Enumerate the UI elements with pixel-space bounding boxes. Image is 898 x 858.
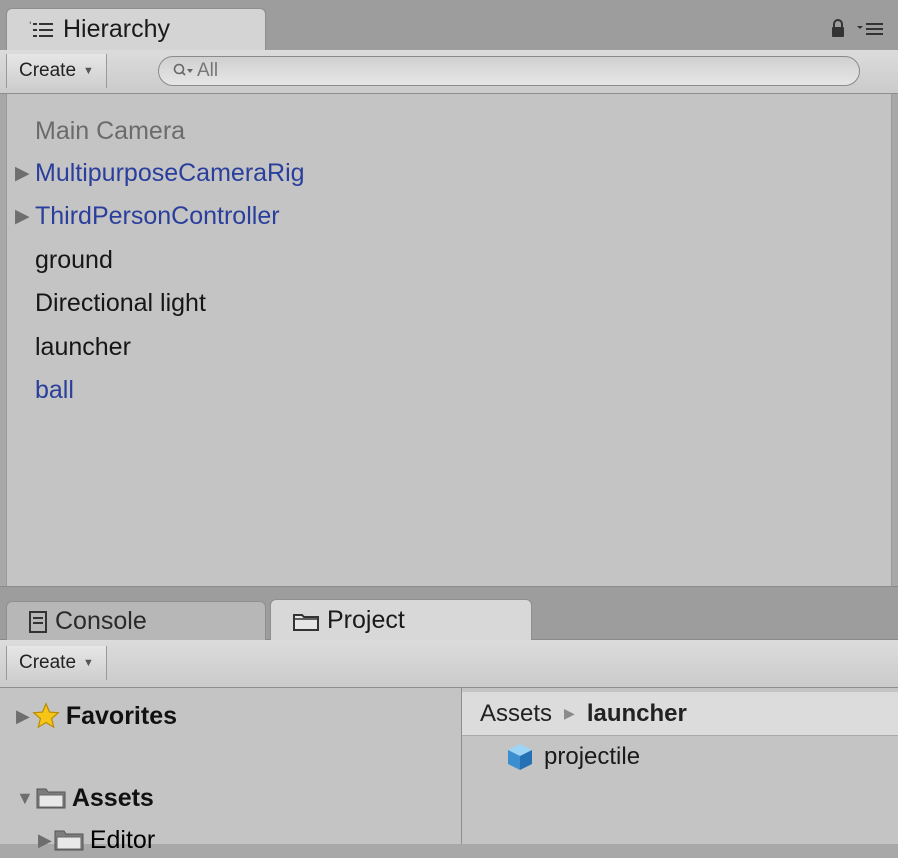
- tab-project-label: Project: [327, 606, 405, 634]
- project-folder-tree: ▶ Favorites ▼ Assets ▶ Editor: [0, 688, 462, 854]
- project-asset-view: Assets ▶ launcher projectile: [462, 688, 898, 844]
- tree-item-label: Favorites: [65, 701, 178, 730]
- dropdown-arrow-icon: ▼: [83, 657, 94, 669]
- expand-arrow-icon[interactable]: ▶: [16, 706, 30, 727]
- expand-arrow-icon[interactable]: ▶: [15, 162, 30, 185]
- tab-console-label: Console: [55, 607, 147, 635]
- hierarchy-list: Main Camera ▶ MultipurposeCameraRig ▶ Th…: [6, 94, 892, 586]
- breadcrumb: Assets ▶ launcher: [462, 692, 898, 736]
- list-item-label: Main Camera: [35, 116, 186, 145]
- expand-arrow-icon[interactable]: ▶: [38, 830, 52, 851]
- breadcrumb-separator-icon: ▶: [564, 705, 575, 721]
- expand-arrow-icon[interactable]: ▶: [15, 205, 30, 228]
- hierarchy-tabbar: ' Hierarchy: [0, 0, 898, 51]
- panel-menu-icon[interactable]: [856, 20, 884, 41]
- tree-item-label: Editor: [89, 825, 156, 854]
- hierarchy-create-button[interactable]: Create ▼: [6, 54, 107, 88]
- project-toolbar: Create ▼: [0, 640, 898, 688]
- folder-icon: [36, 786, 66, 810]
- tree-item-assets[interactable]: ▼ Assets: [16, 780, 154, 816]
- list-item-label: ThirdPersonController: [35, 201, 280, 230]
- list-item-label: ball: [35, 375, 74, 404]
- list-item-label: launcher: [35, 332, 131, 361]
- breadcrumb-root[interactable]: Assets: [480, 700, 552, 728]
- hierarchy-search-input[interactable]: All: [158, 56, 860, 86]
- project-tabbar: Console Project: [0, 586, 898, 641]
- folder-icon: [293, 611, 319, 631]
- list-item-label: Directional light: [35, 288, 206, 317]
- hierarchy-toolbar: Create ▼ All: [0, 50, 898, 94]
- search-placeholder: All: [197, 60, 219, 81]
- collapse-arrow-icon[interactable]: ▼: [16, 788, 34, 809]
- tree-item-favorites[interactable]: ▶ Favorites: [16, 698, 177, 734]
- project-create-button[interactable]: Create ▼: [6, 646, 107, 680]
- tab-hierarchy[interactable]: ' Hierarchy: [6, 8, 266, 50]
- cube-icon: [506, 742, 534, 772]
- tab-console[interactable]: Console: [6, 601, 266, 641]
- list-item-label: ground: [35, 245, 113, 274]
- star-icon: [32, 702, 60, 730]
- tree-item-editor[interactable]: ▶ Editor: [38, 822, 155, 858]
- search-icon: [173, 63, 195, 79]
- create-label: Create: [19, 60, 77, 81]
- folder-icon: [54, 828, 84, 852]
- list-item-label: MultipurposeCameraRig: [35, 158, 305, 187]
- breadcrumb-current[interactable]: launcher: [587, 700, 687, 728]
- asset-item-label: projectile: [544, 743, 641, 770]
- list-icon: ': [29, 19, 55, 41]
- console-icon: [29, 610, 47, 633]
- window-controls: [830, 18, 884, 43]
- create-label: Create: [19, 652, 77, 673]
- lock-icon[interactable]: [830, 18, 846, 43]
- svg-text:': ': [29, 21, 31, 31]
- asset-item[interactable]: projectile: [506, 742, 640, 772]
- tab-project[interactable]: Project: [270, 599, 532, 641]
- dropdown-arrow-icon: ▼: [83, 65, 94, 77]
- tab-hierarchy-label: Hierarchy: [63, 15, 170, 43]
- tree-item-label: Assets: [71, 783, 154, 812]
